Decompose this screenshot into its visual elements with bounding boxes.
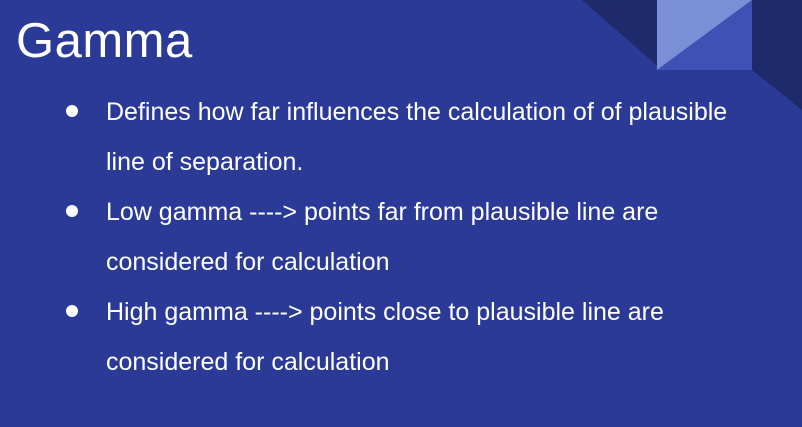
bullet-text: Defines how far influences the calculati… (106, 98, 728, 176)
corner-strip (752, 0, 802, 70)
bullet-item: Low gamma ----> points far from plausibl… (66, 187, 766, 287)
bullet-item: High gamma ----> points close to plausib… (66, 287, 766, 387)
slide: Gamma Defines how far influences the cal… (0, 0, 802, 427)
bullet-text: High gamma ----> points close to plausib… (106, 298, 664, 376)
bullet-dot-icon (66, 205, 78, 217)
slide-title: Gamma (16, 14, 193, 68)
bullet-list: Defines how far influences the calculati… (66, 87, 766, 387)
bullet-item: Defines how far influences the calculati… (66, 87, 766, 187)
bullet-dot-icon (66, 105, 78, 117)
bullet-dot-icon (66, 305, 78, 317)
bullet-text: Low gamma ----> points far from plausibl… (106, 198, 659, 276)
